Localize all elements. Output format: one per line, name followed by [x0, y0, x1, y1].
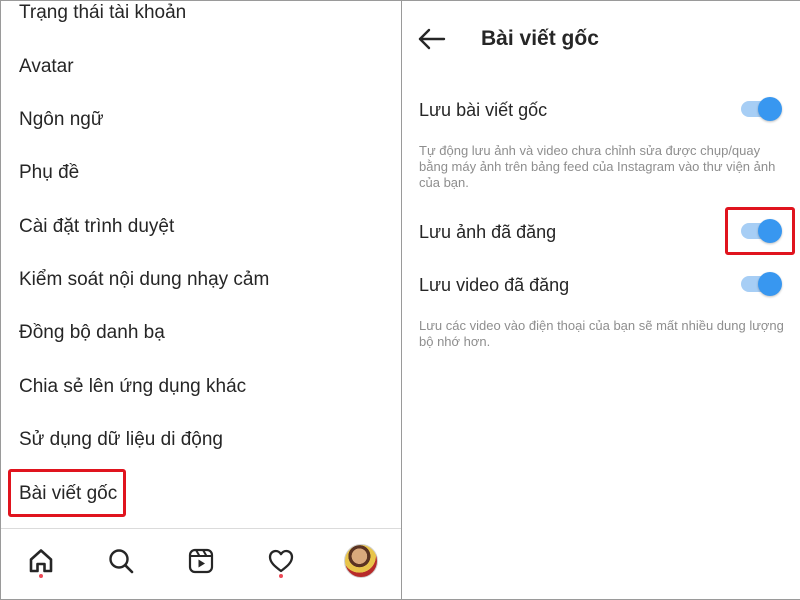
- setting-label-save-posted-photos: Lưu ảnh đã đăng: [419, 222, 557, 242]
- bottom-nav: [1, 528, 401, 599]
- back-button[interactable]: [416, 23, 448, 55]
- home-icon: [29, 549, 53, 573]
- menu-item-contacts-sync[interactable]: Đồng bộ danh bạ: [19, 318, 165, 348]
- menu-item-cellular-data[interactable]: Sử dụng dữ liệu di động: [19, 425, 223, 455]
- nav-activity[interactable]: [261, 541, 301, 581]
- page-title: Bài viết gốc: [481, 27, 599, 50]
- arrow-left-icon: [418, 28, 446, 50]
- setting-description-save-posted-videos: Lưu các video vào điện thoại của bạn sẽ …: [419, 318, 784, 349]
- nav-home[interactable]: [21, 541, 61, 581]
- toggle-save-posted-videos[interactable]: [741, 271, 782, 299]
- detail-header: Bài viết gốc: [402, 1, 800, 77]
- heart-icon: [268, 549, 294, 573]
- setting-description-save-original-posts: Tự động lưu ảnh và video chưa chỉnh sửa …: [419, 143, 776, 190]
- menu-item-browser-settings[interactable]: Cài đặt trình duyệt: [19, 212, 174, 242]
- highlight-original-posts: [8, 469, 126, 517]
- nav-reels[interactable]: [181, 541, 221, 581]
- setting-label-save-original-posts: Lưu bài viết gốc: [419, 100, 548, 120]
- toggle-save-original-posts[interactable]: [741, 96, 782, 124]
- original-posts-panel: Bài viết gốc Lưu bài viết gốc Tự động lư…: [402, 1, 800, 599]
- nav-search[interactable]: [101, 541, 141, 581]
- screenshot-frame: Trạng thái tài khoản Avatar Ngôn ngữ Phụ…: [0, 0, 800, 600]
- highlight-save-posted-photos: [725, 207, 795, 255]
- menu-item-share-other-apps[interactable]: Chia sẻ lên ứng dụng khác: [19, 372, 246, 402]
- profile-avatar: [344, 544, 378, 578]
- settings-list-panel: Trạng thái tài khoản Avatar Ngôn ngữ Phụ…: [1, 1, 401, 599]
- menu-item-captions[interactable]: Phụ đề: [19, 158, 79, 188]
- search-icon: [109, 549, 134, 574]
- setting-label-save-posted-videos: Lưu video đã đăng: [419, 275, 570, 295]
- menu-item-sensitive-content[interactable]: Kiểm soát nội dung nhạy cảm: [19, 265, 269, 295]
- menu-item-language[interactable]: Ngôn ngữ: [19, 105, 104, 135]
- toggle-knob: [758, 272, 782, 296]
- activity-notification-dot: [279, 574, 283, 578]
- menu-item-avatar[interactable]: Avatar: [19, 52, 74, 82]
- nav-profile[interactable]: [341, 541, 381, 581]
- reels-icon: [188, 548, 214, 574]
- toggle-knob: [758, 97, 782, 121]
- home-notification-dot: [39, 574, 43, 578]
- menu-item-account-status[interactable]: Trạng thái tài khoản: [19, 1, 186, 28]
